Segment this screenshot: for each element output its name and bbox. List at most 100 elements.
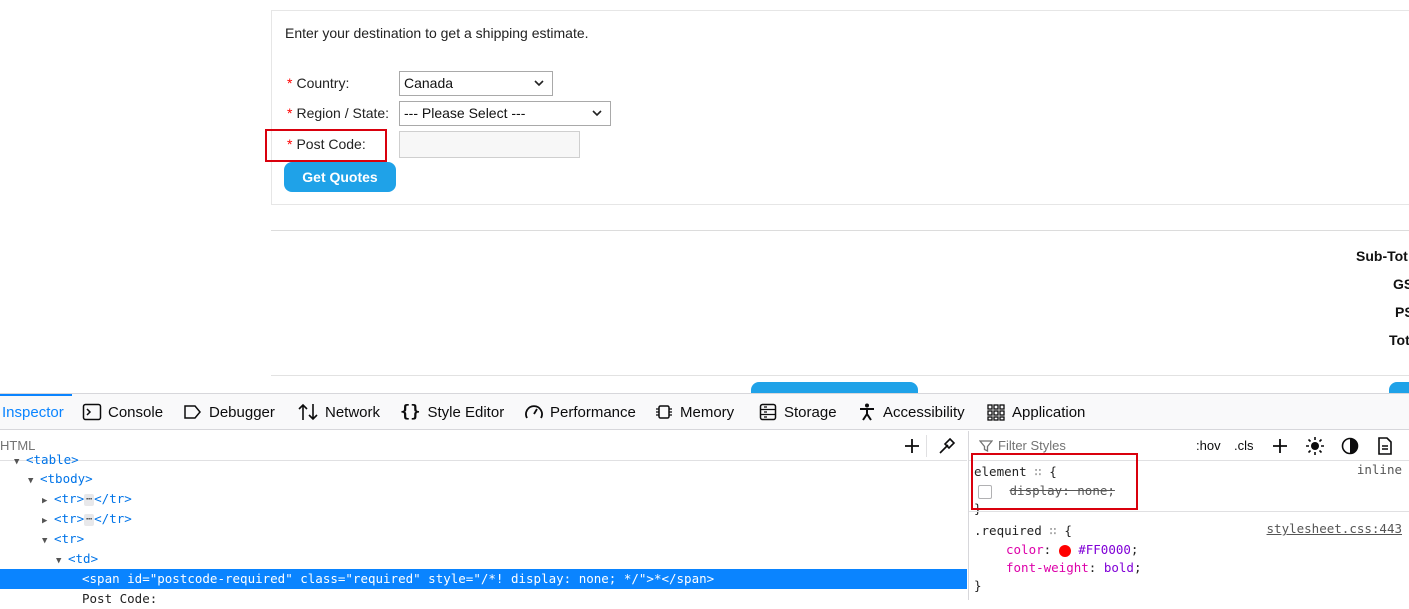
tab-network[interactable]: Network [297,394,380,430]
console-icon [82,403,102,421]
node-text: <tr> [54,511,85,526]
brace-close: } [974,578,982,593]
ellipsis-badge[interactable]: ⋯ [84,513,95,526]
accessibility-icon [860,403,874,421]
tree-text-node[interactable]: Post Code: [82,589,157,609]
property-name[interactable]: color [1006,542,1044,557]
tab-label: Inspector [2,403,64,421]
expand-toggle-icon[interactable]: ▼ [42,531,54,551]
grid-dots-icon: ∷ [1049,523,1057,538]
tab-storage[interactable]: Storage [758,394,837,430]
rule-source-link[interactable]: stylesheet.css:443 [1267,521,1402,536]
add-node-icon[interactable] [902,436,922,456]
eyedropper-icon[interactable] [937,436,957,456]
color-swatch[interactable] [1058,544,1071,557]
tree-node-td[interactable]: ▼ <td> [56,549,98,569]
tab-label: Console [108,403,164,421]
tab-memory[interactable]: Memory [654,394,734,430]
tab-label: Performance [550,403,636,421]
required-asterisk: * [287,105,293,121]
tab-label: Accessibility [883,403,965,421]
hover-states-toggle[interactable]: :hov [1196,438,1221,453]
country-label: Country: [296,75,350,91]
tab-debugger[interactable]: Debugger [183,394,275,430]
rule-selector-line: .required ∷ { [974,521,1072,540]
node-text: <tr> [54,491,85,506]
tree-node-tr[interactable]: ▶ <tr> ⋯ </tr> [42,489,132,509]
node-text: </tr> [94,491,132,506]
gauge-icon [525,405,543,419]
markup-toolbar: HTML [0,431,967,461]
braces-icon: {} [400,402,421,422]
region-label: Region / State: [296,105,390,121]
dark-mode-icon[interactable] [1340,436,1360,456]
rule-selector[interactable]: .required [974,523,1042,538]
country-select[interactable]: Canada [399,71,553,96]
ellipsis-badge[interactable]: ⋯ [84,493,95,506]
storage-icon [759,403,777,421]
total-label: Tot [1389,332,1409,348]
node-text: <span id="postcode-required" class="requ… [82,571,715,586]
collapse-toggle-icon[interactable]: ▶ [42,511,54,531]
markup-pane: HTML ▼ <table> ▼ <tbody> ▶ <tr> ⋯ </tr> ▶ <tr>… [0,431,967,606]
tab-label: Application [1012,403,1086,421]
tab-console[interactable]: Console [82,394,163,430]
tab-accessibility[interactable]: Accessibility [857,394,965,430]
chip-icon [656,405,672,419]
filter-styles-input[interactable]: Filter Styles [979,438,1066,453]
shipping-intro-text: Enter your destination to get a shipping… [285,25,589,41]
property-value[interactable]: bold [1104,560,1134,575]
node-text: </tr> [94,511,132,526]
tab-label: Style Editor [427,403,505,421]
toolbar-divider [926,435,927,457]
expand-toggle-icon[interactable]: ▼ [56,551,68,571]
node-text: <tbody> [40,471,93,486]
get-quotes-button[interactable]: Get Quotes [284,162,396,192]
section-divider [271,230,1409,231]
tab-inspector[interactable]: Inspector [0,394,72,430]
tab-label: Storage [784,403,837,421]
region-select[interactable]: --- Please Select --- [399,101,611,126]
property-value[interactable]: #FF0000 [1078,542,1131,557]
tree-node-tr-open[interactable]: ▼ <tr> [42,529,84,549]
expand-toggle-icon[interactable]: ▼ [28,471,40,491]
tree-node-table[interactable]: ▼ <table> [14,450,79,470]
node-text: <tr> [54,531,85,546]
pst-label: PS [1395,304,1409,320]
brace-open: { [1064,523,1072,538]
country-select-value: Canada [404,75,454,91]
chevron-down-icon [592,110,602,117]
tree-node-selected-span[interactable]: <span id="postcode-required" class="requ… [0,569,967,589]
tab-style-editor[interactable]: {} Style Editor [400,394,504,430]
collapse-toggle-icon[interactable]: ▶ [42,491,54,511]
print-preview-icon[interactable] [1375,436,1395,456]
tab-label: Network [325,403,381,421]
node-text: <td> [68,551,99,566]
add-rule-icon[interactable] [1270,436,1290,456]
tab-label: Debugger [209,403,275,421]
rule-source: inline [1356,462,1402,477]
declaration-color: color: #FF0000; [1006,542,1139,557]
chevron-down-icon [534,80,544,87]
classes-toggle[interactable]: .cls [1234,438,1254,453]
tree-node-tr[interactable]: ▶ <tr> ⋯ </tr> [42,509,132,529]
tab-application[interactable]: Application [986,394,1085,430]
postcode-input[interactable] [399,131,580,158]
devtools-tabbar: Inspector Console Debugger Network {} St… [0,394,1409,430]
filter-icon [979,439,993,452]
light-mode-icon[interactable] [1305,436,1325,456]
rule-divider [969,511,1409,512]
tree-node-tbody[interactable]: ▼ <tbody> [28,469,93,489]
declaration-font-weight: font-weight: bold; [1006,560,1142,575]
region-label-row: * Region / State: [287,105,389,121]
property-name[interactable]: font-weight [1006,560,1089,575]
postcode-highlight-box [265,129,387,162]
tab-performance[interactable]: Performance [524,394,636,430]
rule-highlight-box [971,453,1138,510]
devtools-panel: Inspector Console Debugger Network {} St… [0,393,1409,606]
subtotal-label: Sub-Tot [1356,248,1408,264]
node-text: <table> [26,452,79,467]
network-icon [298,403,318,421]
gst-label: GS [1393,276,1409,292]
required-asterisk: * [287,75,293,91]
